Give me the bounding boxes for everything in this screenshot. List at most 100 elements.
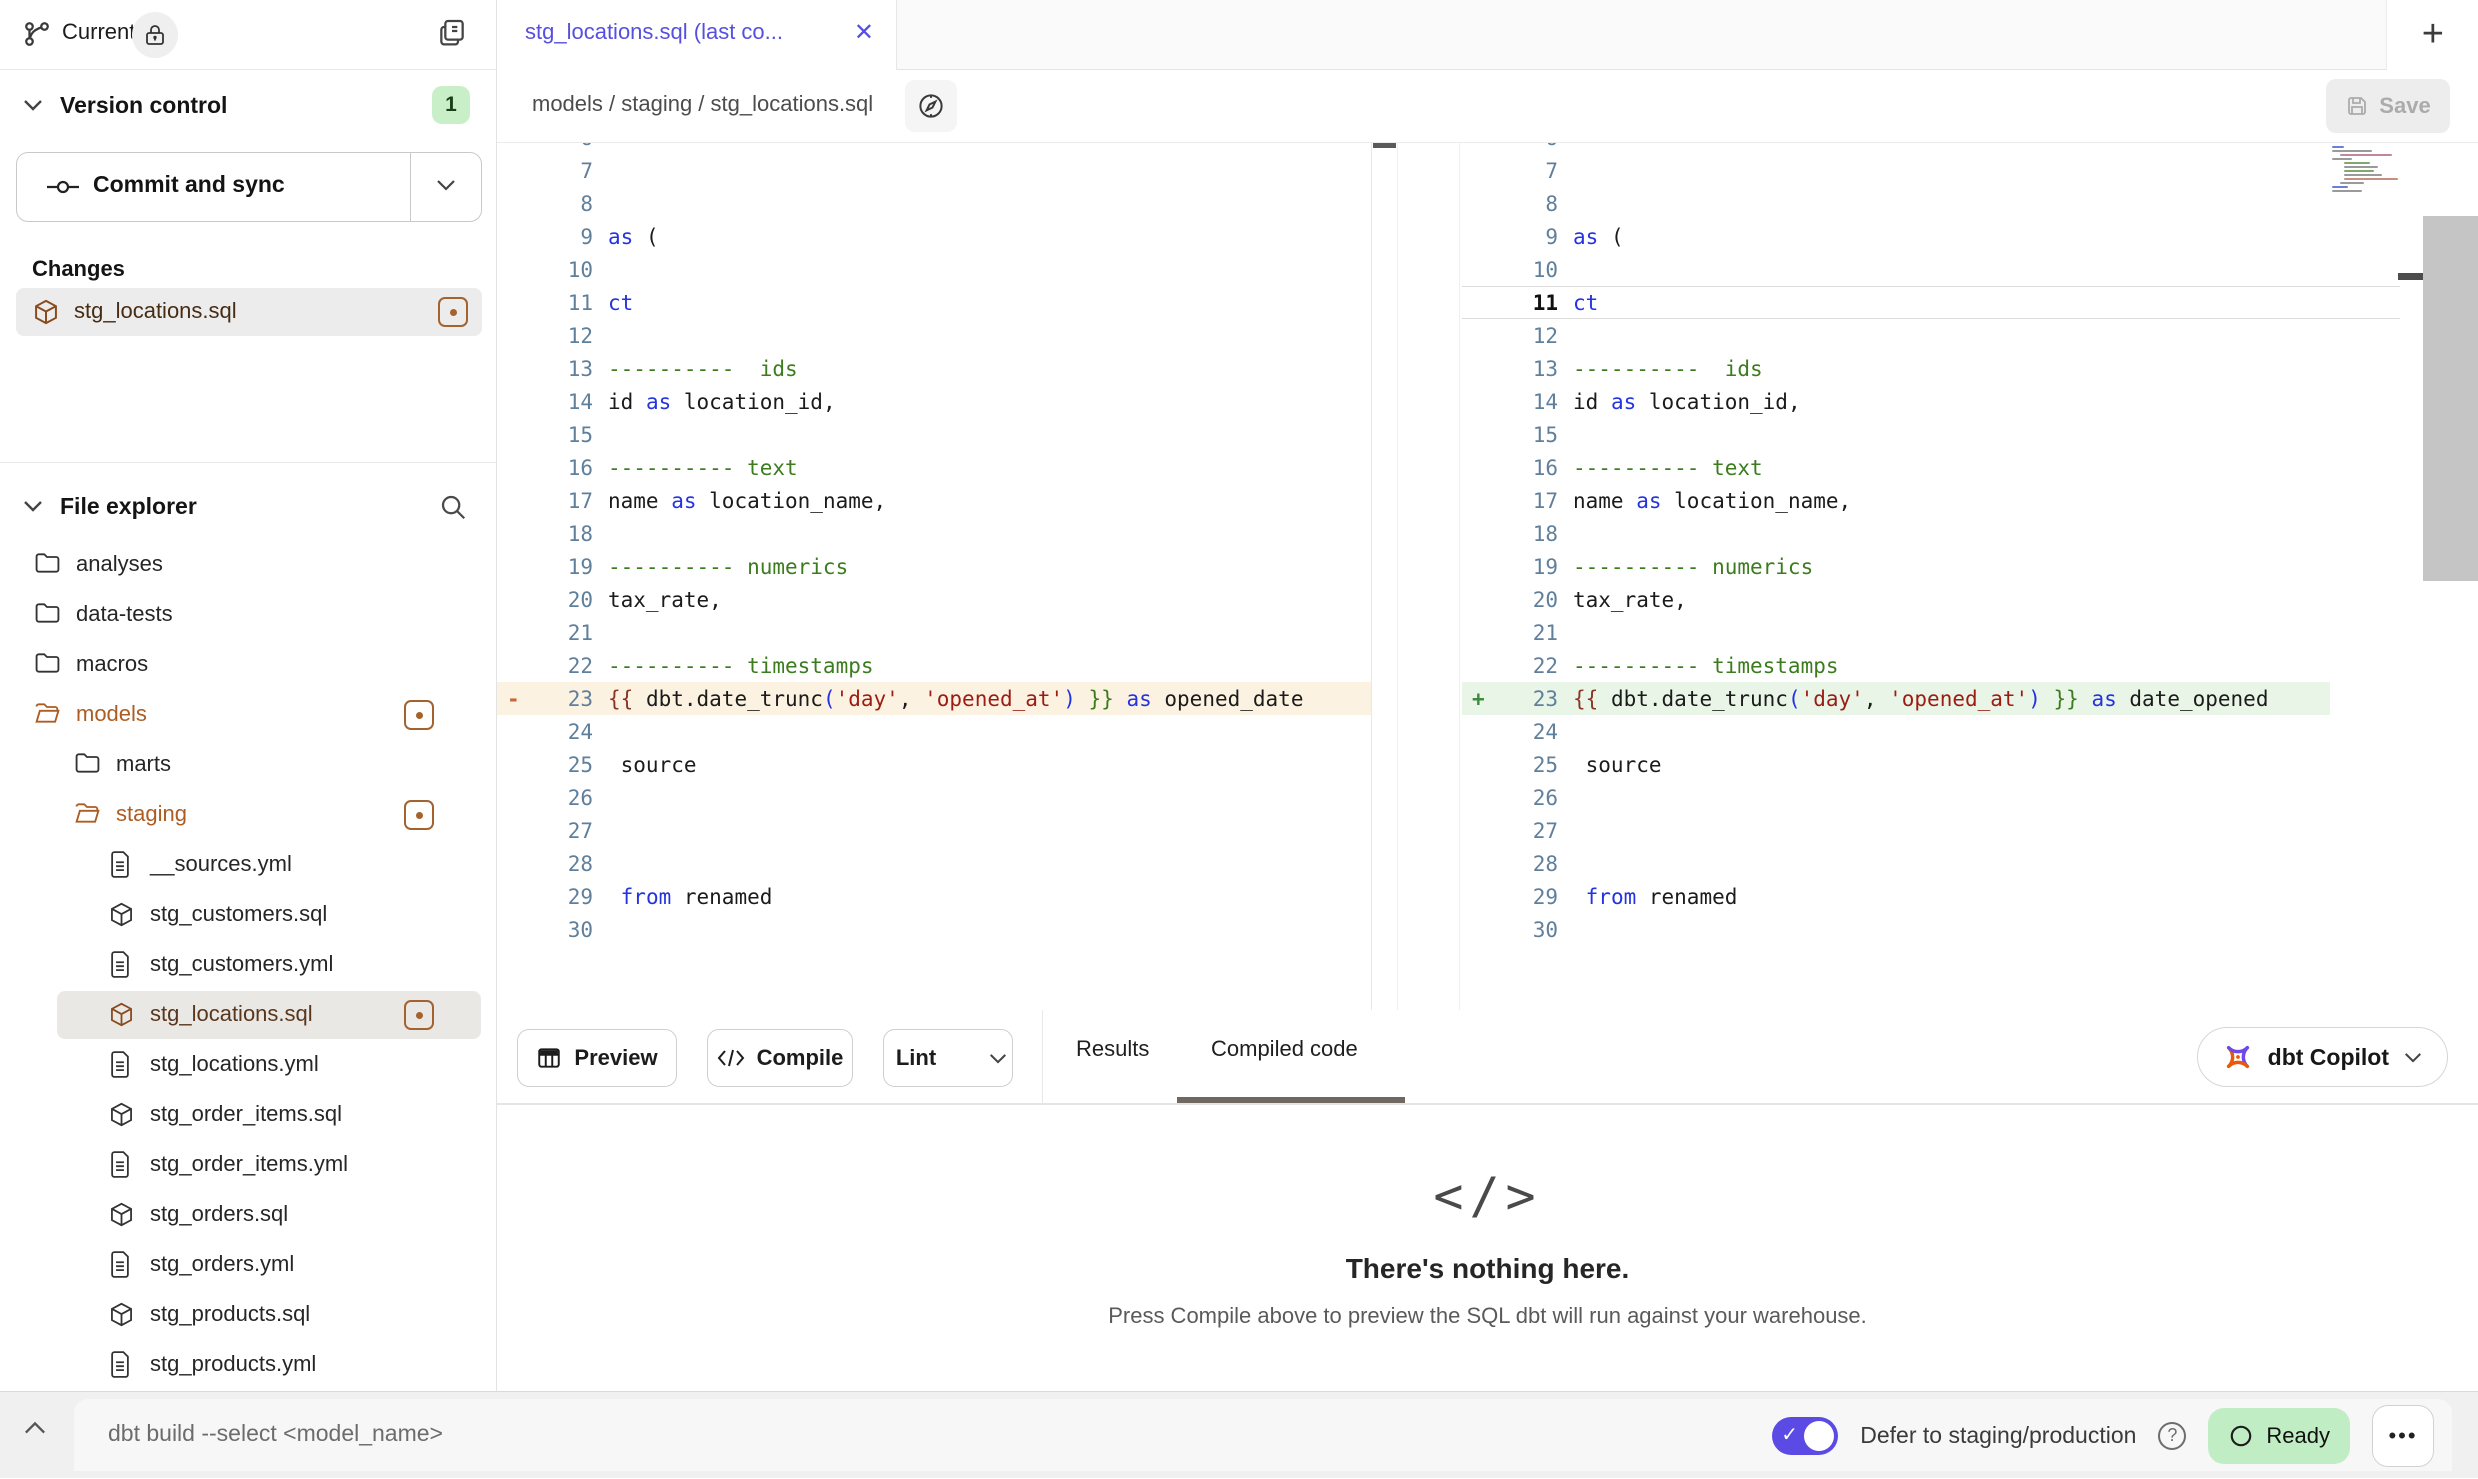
changes-count-badge: 1: [432, 86, 470, 124]
tree-item-data-tests[interactable]: data-tests: [0, 590, 496, 640]
editor-vertical-scrollbar[interactable]: [2423, 143, 2478, 1010]
copy-icon[interactable]: [436, 17, 468, 49]
new-tab-icon[interactable]: +: [2422, 15, 2444, 53]
code-line-10: 10: [1462, 253, 2478, 286]
active-tab-underline: [1177, 1097, 1405, 1103]
commit-options-chevron-icon[interactable]: [435, 178, 457, 192]
code-text: from renamed: [1573, 885, 1737, 909]
compile-button[interactable]: Compile: [707, 1029, 853, 1087]
line-number: 6: [1492, 143, 1558, 150]
left-pane-scroll-marker: [1373, 143, 1396, 148]
folder-icon: [34, 551, 61, 575]
save-button[interactable]: Save: [2326, 79, 2450, 133]
tree-item--sources-yml[interactable]: __sources.yml: [0, 840, 496, 890]
code-line-19: 19---------- numerics: [1462, 550, 2478, 583]
code-text: name as location_name,: [608, 489, 886, 513]
file-icon: [108, 1151, 132, 1178]
tree-item-stg-order-items-sql[interactable]: stg_order_items.sql: [0, 1090, 496, 1140]
pane-divider[interactable]: [1397, 143, 1460, 1010]
tree-item-stg-products-yml[interactable]: stg_products.yml: [0, 1340, 496, 1390]
code-line-11: 11ct: [1462, 286, 2400, 319]
code-line-17: 17name as location_name,: [1462, 484, 2478, 517]
diff-marker: +: [1462, 687, 1492, 711]
code-line-6: 6: [1462, 143, 2478, 154]
model-cube-icon: [32, 298, 60, 326]
line-number: 25: [527, 753, 593, 777]
tree-item-stg-locations-sql[interactable]: stg_locations.sql: [0, 990, 496, 1040]
scrollbar-thumb[interactable]: [2423, 216, 2478, 581]
line-number: 11: [527, 291, 593, 315]
code-text: as (: [608, 225, 659, 249]
code-line-6: 6: [497, 143, 1371, 154]
lint-options-chevron-icon[interactable]: [974, 1052, 1022, 1065]
lint-label[interactable]: Lint: [874, 1045, 950, 1071]
close-icon[interactable]: ✕: [854, 18, 874, 47]
tab-compiled-code[interactable]: Compiled code: [1211, 1036, 1358, 1062]
file-explorer-header[interactable]: File explorer: [0, 486, 496, 532]
tree-item-stg-products-sql[interactable]: stg_products.sql: [0, 1290, 496, 1340]
tree-item-stg-orders-sql[interactable]: stg_orders.sql: [0, 1190, 496, 1240]
tree-item-models[interactable]: models: [0, 690, 496, 740]
line-number: 28: [527, 852, 593, 876]
lint-split-button[interactable]: Lint: [883, 1029, 1013, 1087]
tree-item-stg-order-items-yml[interactable]: stg_order_items.yml: [0, 1140, 496, 1190]
line-number: 13: [527, 357, 593, 381]
tree-item-stg-orders-yml[interactable]: stg_orders.yml: [0, 1240, 496, 1290]
code-text: ---------- ids: [1573, 357, 1763, 381]
code-text: ---------- timestamps: [1573, 654, 1839, 678]
tree-item-marts[interactable]: marts: [0, 740, 496, 790]
copilot-label: dbt Copilot: [2268, 1044, 2389, 1071]
diff-editor[interactable]: 6789as (1011ct1213---------- ids14id as …: [497, 142, 2478, 1010]
file-icon: [108, 951, 132, 978]
tree-item-macros[interactable]: macros: [0, 640, 496, 690]
tree-item-stg-customers-sql[interactable]: stg_customers.sql: [0, 890, 496, 940]
chevron-up-icon[interactable]: [22, 1420, 48, 1436]
line-number: 24: [1492, 720, 1558, 744]
file-icon: [108, 1251, 132, 1278]
more-options-button[interactable]: •••: [2372, 1405, 2434, 1467]
dbt-copilot-button[interactable]: dbt Copilot: [2197, 1027, 2448, 1087]
line-number: 20: [1492, 588, 1558, 612]
tree-item-stg-customers-yml[interactable]: stg_customers.yml: [0, 940, 496, 990]
line-number: 19: [1492, 555, 1558, 579]
tree-item-label: staging: [116, 801, 187, 827]
version-control-header[interactable]: Version control 1: [0, 86, 496, 130]
line-number: 20: [527, 588, 593, 612]
changed-file-row[interactable]: stg_locations.sql: [16, 288, 482, 336]
tree-item-label: macros: [76, 651, 148, 677]
tab-results[interactable]: Results: [1076, 1036, 1149, 1062]
code-line-24: 24: [1462, 715, 2478, 748]
code-text: ---------- text: [608, 456, 798, 480]
main-area: stg_locations.sql (last co... ✕ + models…: [497, 0, 2478, 1391]
help-icon[interactable]: ?: [2158, 1422, 2186, 1450]
commit-and-sync-button[interactable]: Commit and sync: [16, 152, 482, 222]
preview-button[interactable]: Preview: [517, 1029, 677, 1087]
tree-item-label: stg_locations.sql: [150, 1001, 313, 1027]
model-icon: [108, 901, 135, 928]
line-number: 14: [1492, 390, 1558, 414]
diff-pane-modified[interactable]: 6789as (1011ct1213---------- ids14id as …: [1462, 143, 2478, 1010]
line-number: 8: [527, 192, 593, 216]
code-line-10: 10: [497, 253, 1371, 286]
git-branch-icon: [22, 19, 52, 49]
diff-pane-original[interactable]: 6789as (1011ct1213---------- ids14id as …: [497, 143, 1372, 1010]
line-number: 25: [1492, 753, 1558, 777]
search-icon[interactable]: [438, 492, 468, 522]
tree-item-label: stg_order_items.sql: [150, 1101, 342, 1127]
minimap[interactable]: [2332, 146, 2394, 202]
tree-item-stg-locations-yml[interactable]: stg_locations.yml: [0, 1040, 496, 1090]
branch-name: Current: [62, 19, 135, 45]
line-number: 18: [527, 522, 593, 546]
line-number: 27: [1492, 819, 1558, 843]
file-icon: [108, 1351, 132, 1378]
line-number: 17: [1492, 489, 1558, 513]
tree-item-analyses[interactable]: analyses: [0, 540, 496, 590]
tab-stg-locations[interactable]: stg_locations.sql (last co... ✕: [497, 0, 897, 70]
tree-item-label: stg_order_items.yml: [150, 1151, 348, 1177]
line-number: 7: [1492, 159, 1558, 183]
tree-item-staging[interactable]: staging: [0, 790, 496, 840]
defer-toggle[interactable]: ✓: [1772, 1417, 1838, 1455]
tree-item-label: stg_customers.yml: [150, 951, 333, 977]
lineage-compass-icon[interactable]: [905, 80, 957, 132]
code-line-21: 21: [497, 616, 1371, 649]
